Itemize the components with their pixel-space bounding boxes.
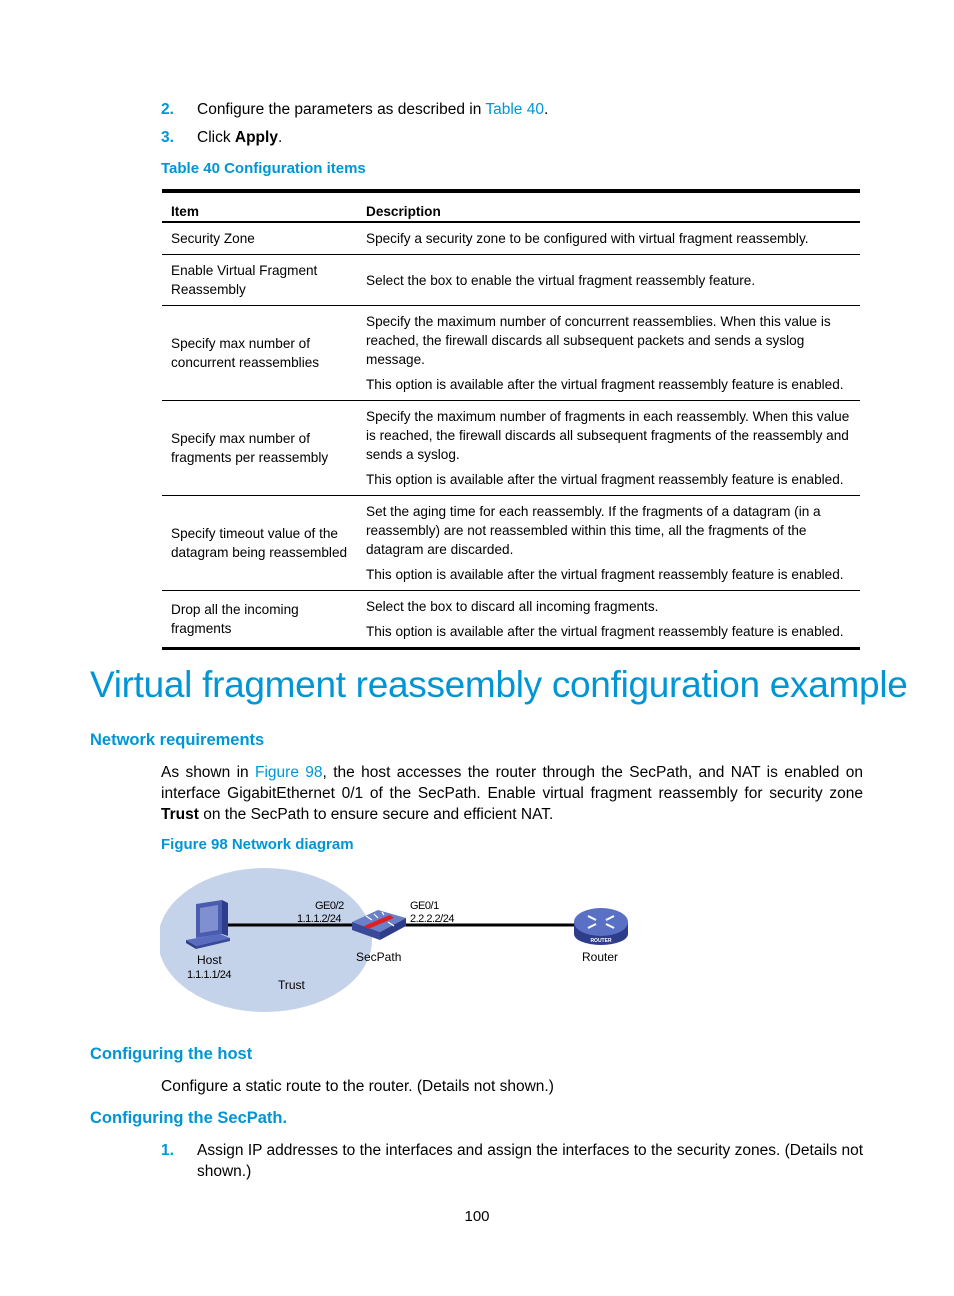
section-title: Virtual fragment reassembly configuratio… xyxy=(90,664,908,705)
step-text: Configure the parameters as described in… xyxy=(197,101,548,119)
step-number: 3. xyxy=(161,129,174,146)
description-text: Set the aging time for each reassembly. … xyxy=(366,504,821,557)
router-label: Router xyxy=(582,950,618,964)
step-text: Click Apply. xyxy=(197,129,282,147)
configuration-items-table: Item Description Security Zone Specify a… xyxy=(162,189,860,650)
table-row: Enable Virtual Fragment Reassembly Selec… xyxy=(162,254,860,306)
table-row: Specify max number of fragments per reas… xyxy=(162,400,860,496)
secpath-right-interface: GE0/1 xyxy=(410,900,439,912)
host-label: Host xyxy=(197,953,222,967)
host-ip: 1.1.1.1/24 xyxy=(187,969,231,981)
item-cell: Enable Virtual Fragment Reassembly xyxy=(162,254,357,306)
description-text: Specify the maximum number of concurrent… xyxy=(366,314,831,367)
step-text-before: Click xyxy=(197,129,235,146)
trust-zone-label: Trust xyxy=(278,978,306,992)
description-text: Select the box to enable the virtual fra… xyxy=(366,272,756,288)
secpath-step-1: 1. Assign IP addresses to the interfaces… xyxy=(161,1140,863,1182)
configuring-host-heading: Configuring the host xyxy=(90,1045,253,1063)
network-requirements-heading: Network requirements xyxy=(90,731,265,749)
para-text: on the SecPath to ensure secure and effi… xyxy=(198,806,554,823)
description-cell: Specify the maximum number of concurrent… xyxy=(357,305,860,401)
description-text: Select the box to discard all incoming f… xyxy=(366,599,659,614)
figure-caption: Figure 98 Network diagram xyxy=(161,836,354,853)
figure-98-link[interactable]: Figure 98 xyxy=(255,764,323,781)
router-icon: ROUTER xyxy=(574,908,628,945)
step-text-after: . xyxy=(277,129,283,146)
description-note: This option is available after the virtu… xyxy=(366,567,844,582)
table-row: Drop all the incoming fragments Select t… xyxy=(162,590,860,650)
table-row: Specify timeout value of the datagram be… xyxy=(162,495,860,591)
item-cell: Security Zone xyxy=(162,222,357,255)
configuring-secpath-heading: Configuring the SecPath. xyxy=(90,1109,288,1127)
step-number: 1. xyxy=(161,1142,174,1159)
secpath-left-ip: 1.1.1.2/24 xyxy=(297,913,341,925)
network-requirements-paragraph: As shown in Figure 98, the host accesses… xyxy=(161,762,863,825)
description-cell: Set the aging time for each reassembly. … xyxy=(357,495,860,591)
description-cell: Select the box to enable the virtual fra… xyxy=(357,254,860,306)
header-item: Item xyxy=(162,189,357,223)
description-text: Specify the maximum number of fragments … xyxy=(366,409,850,462)
step-text-after: . xyxy=(543,101,549,118)
item-cell: Drop all the incoming fragments xyxy=(162,590,357,650)
configuring-host-text: Configure a static route to the router. … xyxy=(161,1078,554,1095)
description-cell: Select the box to discard all incoming f… xyxy=(357,590,860,650)
description-note: This option is available after the virtu… xyxy=(366,472,844,487)
description-text: Specify a security zone to be configured… xyxy=(366,231,809,246)
header-description: Description xyxy=(357,189,860,223)
secpath-label: SecPath xyxy=(356,950,401,964)
secpath-left-interface: GE0/2 xyxy=(315,900,344,912)
para-text: As shown in xyxy=(161,764,256,781)
table-row: Specify max number of concurrent reassem… xyxy=(162,305,860,401)
item-cell: Specify max number of fragments per reas… xyxy=(162,400,357,496)
table-row: Security Zone Specify a security zone to… xyxy=(162,222,860,255)
network-diagram: ROUTER GE0/2 1.1.1.2/24 GE0/1 2.2.2.2/24… xyxy=(160,868,628,1012)
table-caption: Table 40 Configuration items xyxy=(161,160,366,177)
step-text-before: Configure the parameters as described in xyxy=(197,101,486,118)
description-cell: Specify the maximum number of fragments … xyxy=(357,400,860,496)
table-header-row: Item Description xyxy=(162,189,860,223)
item-cell: Specify max number of concurrent reassem… xyxy=(162,305,357,401)
secpath-right-ip: 2.2.2.2/24 xyxy=(410,913,454,925)
description-note: This option is available after the virtu… xyxy=(366,624,844,639)
description-note: This option is available after the virtu… xyxy=(366,377,844,392)
apply-label: Apply xyxy=(234,129,278,146)
step-text: Assign IP addresses to the interfaces an… xyxy=(197,1142,863,1180)
page-number: 100 xyxy=(464,1208,490,1225)
description-cell: Specify a security zone to be configured… xyxy=(357,222,860,255)
step-number: 2. xyxy=(161,101,174,118)
trust-zone-label: Trust xyxy=(161,806,199,823)
table-40-link[interactable]: Table 40 xyxy=(485,101,544,118)
router-badge: ROUTER xyxy=(590,938,612,944)
item-cell: Specify timeout value of the datagram be… xyxy=(162,495,357,591)
